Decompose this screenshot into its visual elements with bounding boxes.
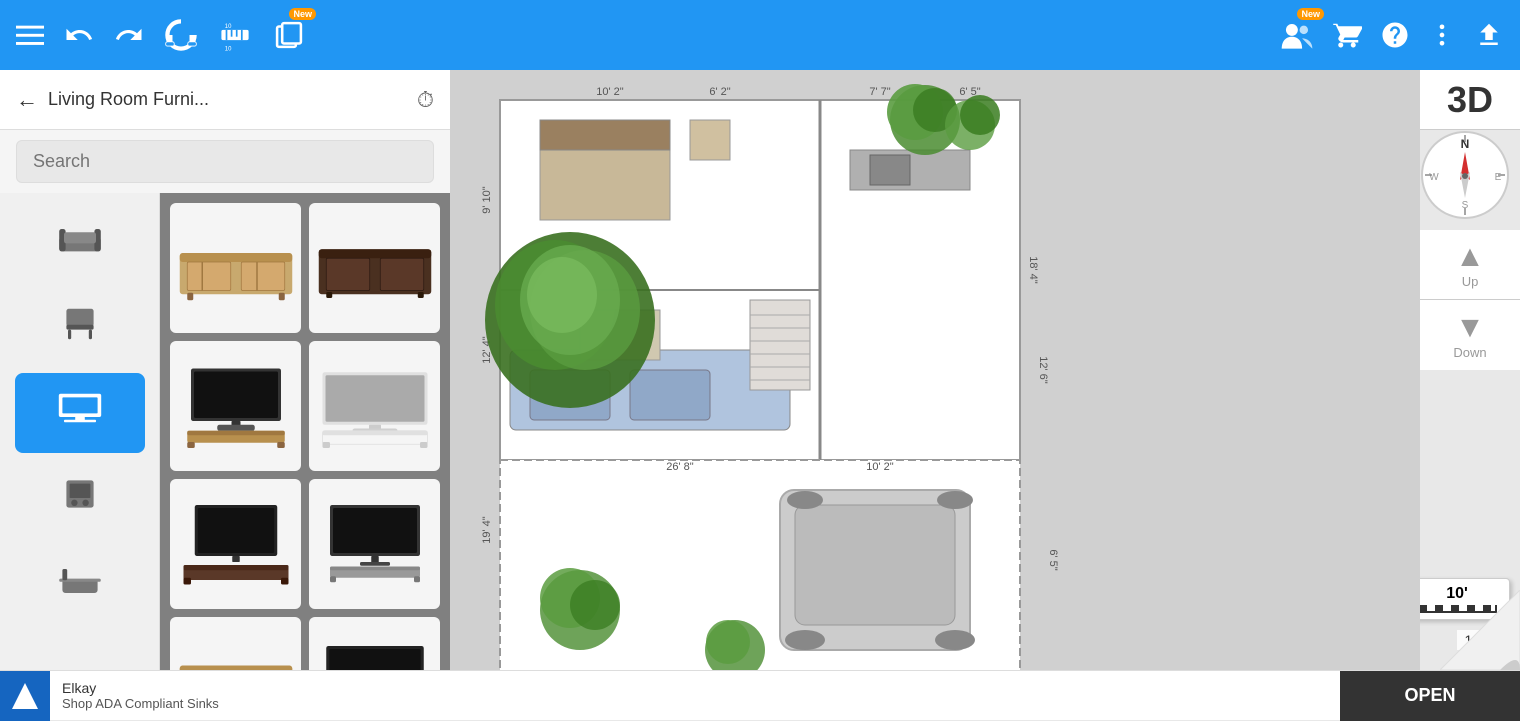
history-button[interactable]: ⏱ [417,87,434,113]
item-card-3[interactable] [170,341,301,471]
cat-sofa[interactable] [15,203,145,283]
users-new-wrap: New [1280,18,1314,52]
upload-icon[interactable] [1474,20,1504,50]
cat-bath[interactable] [15,543,145,623]
measure-icon[interactable]: 10 10 [218,18,252,52]
search-input[interactable] [16,140,434,183]
svg-text:6' 5": 6' 5" [959,86,980,98]
svg-text:10' 2": 10' 2" [596,86,624,98]
panel-header: ← Living Room Furni... ⏱ [0,70,450,130]
svg-text:6' 2": 6' 2" [709,86,730,98]
appliance-icon [60,474,100,522]
left-panel: ← Living Room Furni... ⏱ [0,70,450,720]
redo-button[interactable] [114,20,144,50]
cat-appliance[interactable] [15,458,145,538]
users-icon[interactable] [1280,18,1314,52]
main-canvas[interactable]: 10' 2" 6' 2" 7' 7" 6' 5" 9' 10" 12' 4" 1… [450,70,1420,720]
item-card-5[interactable] [170,479,301,609]
search-bar [0,130,450,193]
svg-text:E: E [1495,172,1502,183]
svg-text:6' 5": 6' 5" [1047,549,1059,570]
undo-button[interactable] [64,20,94,50]
ad-brand: Elkay [62,680,1328,696]
bath-icon [56,561,104,605]
ad-banner: Elkay Shop ADA Compliant Sinks OPEN [0,670,1520,720]
ad-subtitle: Shop ADA Compliant Sinks [62,696,1328,711]
compass: N S E W [1420,130,1510,220]
label-3d: 3D [1447,79,1493,121]
svg-text:10' 2": 10' 2" [866,461,894,473]
svg-text:7' 7": 7' 7" [869,86,890,98]
svg-text:18' 4": 18' 4" [1027,256,1039,284]
menu-icon[interactable] [16,21,44,49]
svg-text:10: 10 [225,24,232,30]
panel-title: Living Room Furni... [48,89,407,110]
item-card-4[interactable] [309,341,440,471]
up-label: Up [1462,274,1479,289]
duplicate-new-wrap: New [272,18,306,52]
nav-down-button[interactable]: ▼ Down [1420,300,1520,370]
svg-text:26' 8": 26' 8" [666,461,694,473]
svg-text:10: 10 [225,46,232,52]
items-grid [160,193,450,720]
svg-text:12' 6": 12' 6" [1037,356,1049,384]
canvas-tree-decoration [480,220,660,410]
users-new-badge: New [1297,8,1324,20]
item-card-2[interactable] [309,203,440,333]
sofa-icon [56,221,104,265]
svg-text:W: W [1429,172,1439,183]
item-card-6[interactable] [309,479,440,609]
svg-text:9' 10": 9' 10" [481,186,493,214]
cat-tv-stand[interactable] [15,373,145,453]
tv-stand-icon [56,391,104,435]
panel-body [0,193,450,720]
cat-chair[interactable] [15,288,145,368]
help-icon[interactable] [1380,20,1410,50]
ad-logo [0,671,50,721]
duplicate-icon[interactable] [272,18,306,52]
cart-icon[interactable] [1332,20,1362,50]
chair-icon [60,304,100,352]
category-sidebar [0,193,160,720]
ad-open-button[interactable]: OPEN [1340,671,1520,721]
btn-3d[interactable]: 3D [1420,70,1520,130]
up-arrow-icon: ▲ [1455,240,1485,274]
page-curl [1440,590,1520,670]
svg-text:19' 4": 19' 4" [481,516,493,544]
magnet-icon[interactable] [164,18,198,52]
ad-text: Elkay Shop ADA Compliant Sinks [50,680,1340,711]
more-icon[interactable] [1428,21,1456,49]
toolbar: 10 10 New New [0,0,1520,70]
new-badge: New [289,8,316,20]
back-button[interactable]: ← [16,87,38,113]
nav-up-button[interactable]: ▲ Up [1420,230,1520,300]
down-label: Down [1453,345,1486,360]
down-arrow-icon: ▼ [1455,311,1485,345]
item-card-1[interactable] [170,203,301,333]
